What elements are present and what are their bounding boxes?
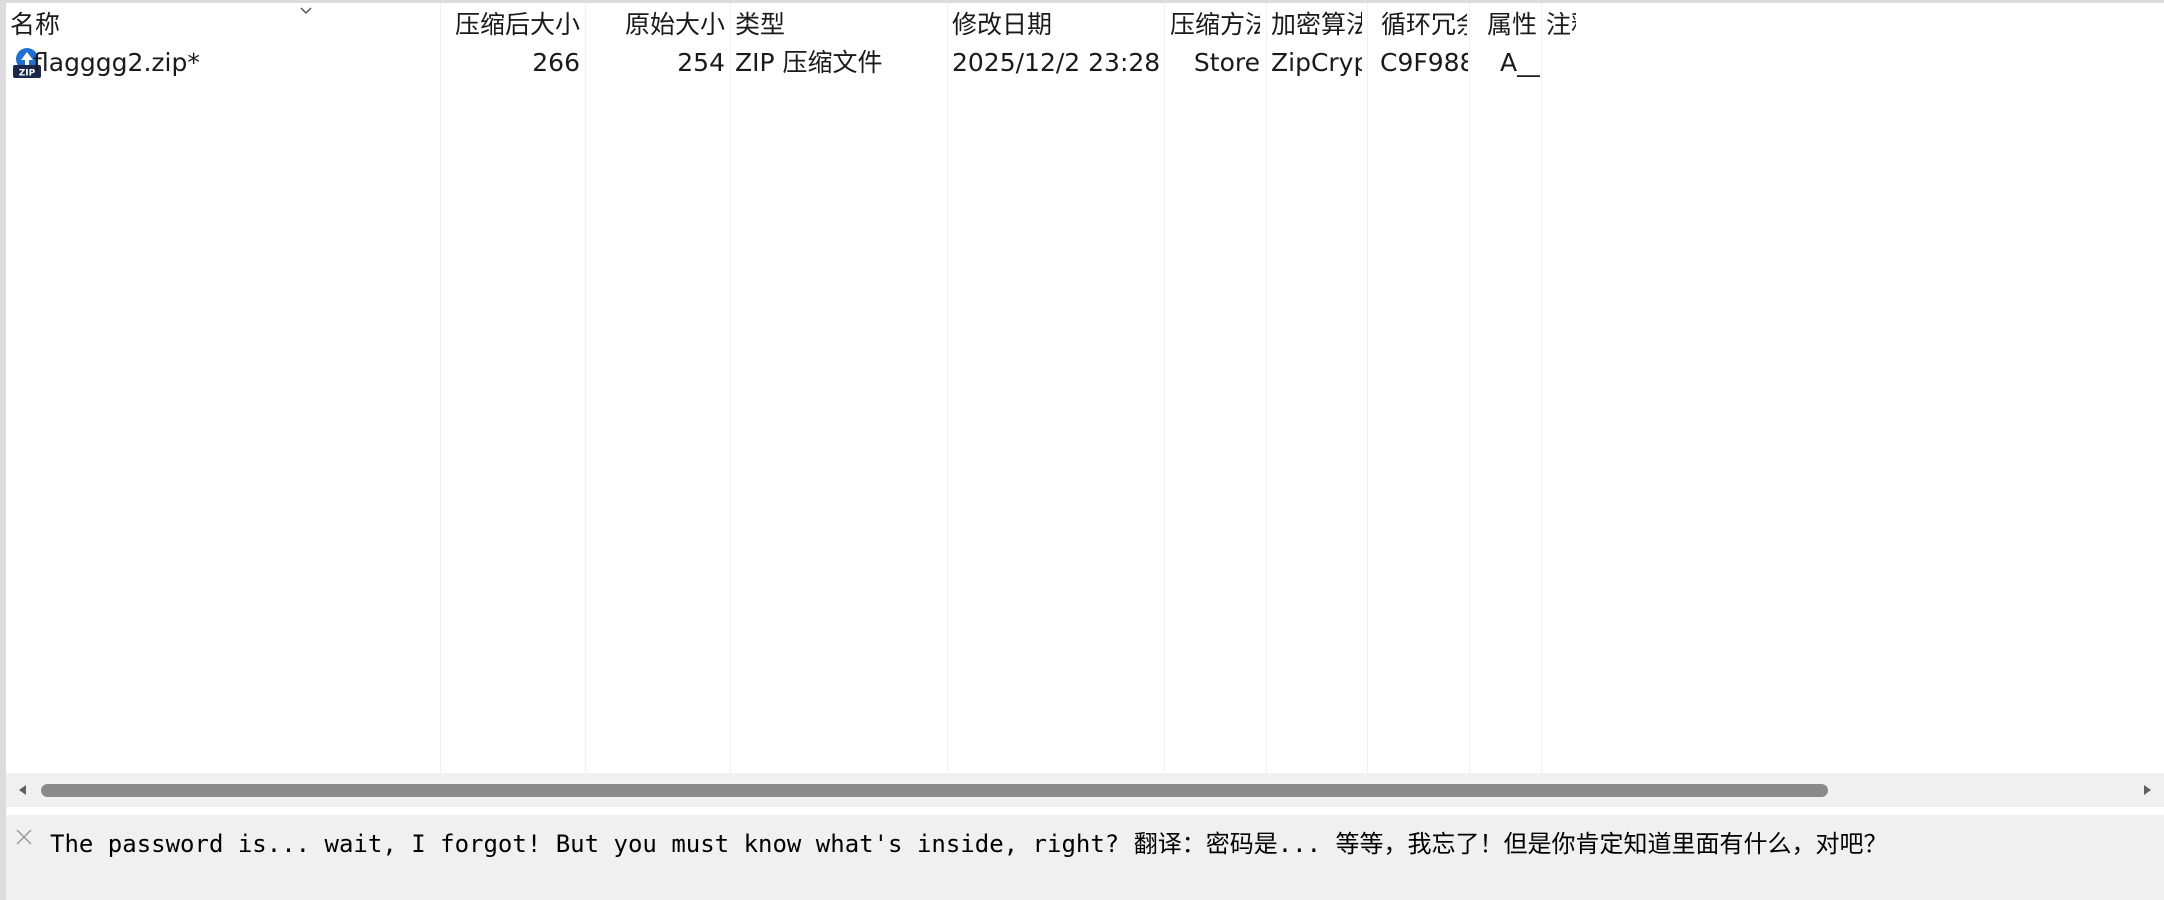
file-list[interactable]: 名称 压缩后大小 原始大小 类型 修改日期 压缩方法 加密算法 循环冗余... … xyxy=(6,3,2164,773)
scrollbar-thumb[interactable] xyxy=(41,784,1828,797)
column-separator[interactable] xyxy=(730,3,731,773)
column-separator[interactable] xyxy=(585,3,586,773)
archive-window: 名称 压缩后大小 原始大小 类型 修改日期 压缩方法 加密算法 循环冗余... … xyxy=(0,0,2164,900)
panel-divider xyxy=(6,807,2164,815)
column-separator[interactable] xyxy=(947,3,948,773)
column-separator[interactable] xyxy=(1367,3,1368,773)
close-icon[interactable] xyxy=(14,827,34,847)
column-header-encryption[interactable]: 加密算法 xyxy=(1271,5,1362,45)
column-header-size[interactable]: 原始大小 xyxy=(591,5,725,45)
file-attributes: A___ xyxy=(1500,48,1540,77)
column-header-name[interactable]: 名称 xyxy=(10,5,430,45)
column-separator[interactable] xyxy=(1266,3,1267,773)
column-header-comment[interactable]: 注释 xyxy=(1546,5,1576,45)
column-separator[interactable] xyxy=(1164,3,1165,773)
column-header-modified[interactable]: 修改日期 xyxy=(952,5,1157,45)
file-packed-size: 266 xyxy=(532,48,580,77)
column-header-row: 名称 压缩后大小 原始大小 类型 修改日期 压缩方法 加密算法 循环冗余... … xyxy=(6,3,2164,43)
file-name: flagggg2.zip* xyxy=(33,48,200,77)
scroll-left-icon[interactable] xyxy=(6,773,40,807)
file-size: 254 xyxy=(677,48,725,77)
file-type: ZIP 压缩文件 xyxy=(735,48,883,77)
column-header-method[interactable]: 压缩方法 xyxy=(1170,5,1260,45)
column-separator[interactable] xyxy=(1469,3,1470,773)
column-header-attributes[interactable]: 属性 xyxy=(1474,5,1537,45)
archive-comment-text: The password is... wait, I forgot! But y… xyxy=(50,830,1888,858)
column-separator[interactable] xyxy=(1541,3,1542,773)
column-separator[interactable] xyxy=(440,3,441,773)
column-header-packed-size[interactable]: 压缩后大小 xyxy=(446,5,580,45)
file-encryption: ZipCrypto xyxy=(1271,48,1362,77)
scroll-right-icon[interactable] xyxy=(2130,773,2164,807)
column-header-type[interactable]: 类型 xyxy=(735,5,940,45)
column-header-crc[interactable]: 循环冗余... xyxy=(1381,5,1467,45)
horizontal-scrollbar[interactable] xyxy=(6,773,2164,807)
file-method: Store xyxy=(1193,48,1260,77)
file-crc: C9F988C3 xyxy=(1380,48,1468,77)
file-modified: 2025/12/2 23:28:23 xyxy=(952,48,1160,77)
file-row[interactable]: ZIP flagggg2.zip* 266 254 ZIP 压缩文件 2025/… xyxy=(6,43,2164,83)
comment-panel: The password is... wait, I forgot! But y… xyxy=(6,815,2164,900)
